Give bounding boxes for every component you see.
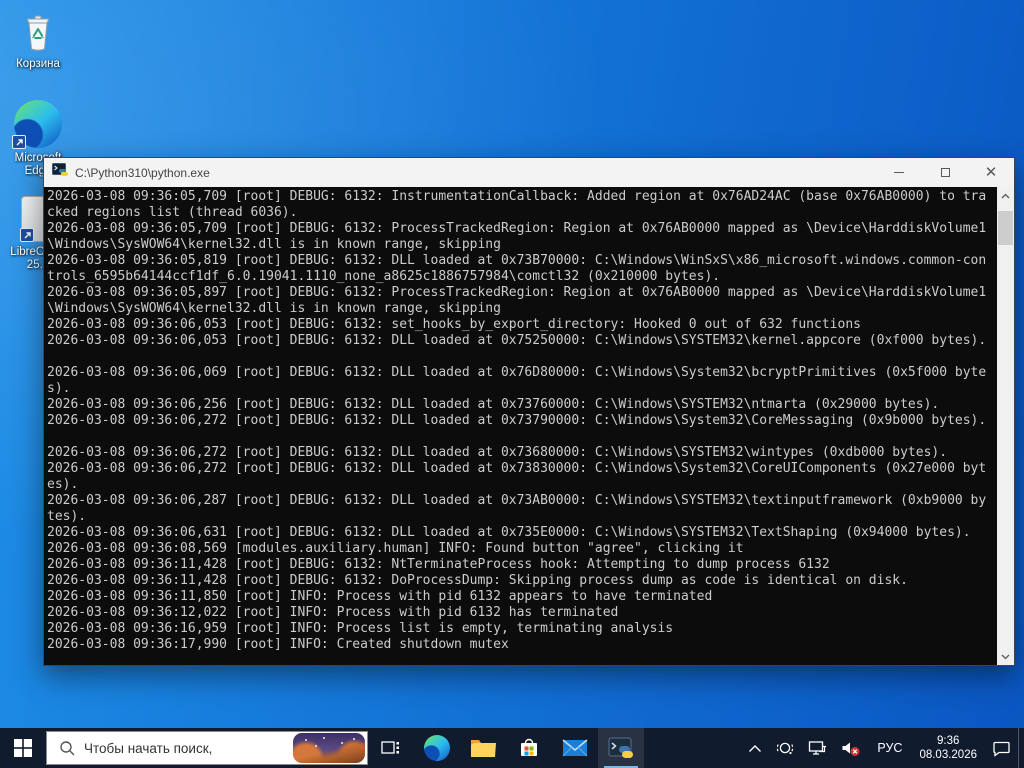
log-line: \Windows\SysWOW64\kernel32.dll is in kno… <box>47 301 501 316</box>
log-line: 2026-03-08 09:36:12,022 [root] INFO: Pro… <box>47 605 619 620</box>
log-line: 2026-03-08 09:36:11,428 [root] DEBUG: 61… <box>47 557 830 572</box>
edge-icon <box>12 100 62 149</box>
search-highlight-image[interactable] <box>293 733 365 763</box>
network-icon <box>809 741 827 755</box>
log-line: 2026-03-08 09:36:06,069 [root] DEBUG: 61… <box>47 365 987 380</box>
console-scrollbar[interactable] <box>997 187 1014 665</box>
search-input[interactable]: Чтобы начать поиск, <box>46 731 368 765</box>
log-line: tes). <box>47 509 87 524</box>
console-output: 2026-03-08 09:36:05,709 [root] DEBUG: 61… <box>47 189 995 665</box>
console-body[interactable]: 2026-03-08 09:36:05,709 [root] DEBUG: 61… <box>44 187 1014 665</box>
action-center-icon <box>993 741 1010 757</box>
taskbar: Чтобы начать поиск, РУС 9:36 08.03.2026 <box>0 728 1024 768</box>
log-line: 2026-03-08 09:36:16,959 [root] INFO: Pro… <box>47 621 674 636</box>
log-line: es). <box>47 477 79 492</box>
start-button[interactable] <box>0 728 46 768</box>
language-indicator[interactable]: РУС <box>868 741 911 755</box>
log-line: 2026-03-08 09:36:05,709 [root] DEBUG: 61… <box>47 189 987 204</box>
scroll-down-button[interactable] <box>997 648 1014 665</box>
search-placeholder: Чтобы начать поиск, <box>84 740 213 756</box>
log-line: 2026-03-08 09:36:06,256 [root] DEBUG: 61… <box>47 397 940 412</box>
task-view-button[interactable] <box>368 728 414 768</box>
close-button[interactable]: ✕ <box>968 158 1014 187</box>
windows-logo-icon <box>14 739 32 757</box>
tray-volume-button[interactable] <box>834 728 868 768</box>
volume-muted-icon <box>842 742 860 756</box>
task-view-icon <box>381 741 399 754</box>
log-line: 2026-03-08 09:36:06,272 [root] DEBUG: 61… <box>47 413 987 428</box>
log-line: cked regions list (thread 6036). <box>47 205 298 220</box>
file-explorer-icon <box>471 740 496 757</box>
console-window: C:\Python310\python.exe ✕ 2026-03-08 09:… <box>43 157 1015 666</box>
taskbar-file-explorer-button[interactable] <box>460 728 506 768</box>
log-line: 2026-03-08 09:36:05,897 [root] DEBUG: 61… <box>47 285 987 300</box>
close-icon: ✕ <box>984 163 998 181</box>
edge-icon <box>424 735 450 761</box>
taskbar-mail-button[interactable] <box>552 728 598 768</box>
chevron-up-icon <box>749 744 762 752</box>
maximize-icon <box>940 168 950 177</box>
tray-circle-button[interactable] <box>769 728 801 768</box>
tray-network-button[interactable] <box>801 728 834 768</box>
taskbar-store-button[interactable] <box>506 728 552 768</box>
action-center-button[interactable] <box>985 728 1018 768</box>
chevron-up-icon <box>1001 193 1010 198</box>
recycle-bin-icon <box>16 11 60 55</box>
window-title: C:\Python310\python.exe <box>75 165 210 180</box>
chevron-down-icon <box>1001 654 1010 659</box>
minimize-icon <box>894 172 904 173</box>
desktop: Корзина Microsoft Edge LibreOffice 25.2 <box>0 0 1024 768</box>
log-line: s). <box>47 381 71 396</box>
clock-time: 9:36 <box>937 735 960 747</box>
python-console-icon <box>608 737 633 758</box>
circle-brackets-icon <box>777 742 794 755</box>
clock-date: 08.03.2026 <box>919 749 977 761</box>
microsoft-store-icon <box>521 738 537 756</box>
log-line: 2026-03-08 09:36:06,053 [root] DEBUG: 61… <box>47 317 861 332</box>
desktop-icon-recycle-bin[interactable]: Корзина <box>0 11 76 71</box>
log-line: 2026-03-08 09:36:06,631 [root] DEBUG: 61… <box>47 525 971 540</box>
shortcut-arrow-icon <box>20 228 34 242</box>
minimize-button[interactable] <box>876 158 922 187</box>
log-line: 2026-03-08 09:36:06,053 [root] DEBUG: 61… <box>47 333 987 348</box>
log-line: trols_6595b64144ccf1df_6.0.19041.1110_no… <box>47 269 721 284</box>
tray-chevron-button[interactable] <box>741 728 769 768</box>
desktop-icon-label: Корзина <box>16 58 60 70</box>
log-line: 2026-03-08 09:36:06,287 [root] DEBUG: 61… <box>47 493 987 508</box>
log-line: 2026-03-08 09:36:06,272 [root] DEBUG: 61… <box>47 445 948 460</box>
scroll-up-button[interactable] <box>997 187 1014 204</box>
show-desktop-button[interactable] <box>1018 728 1024 768</box>
python-console-icon <box>52 162 68 183</box>
log-line: 2026-03-08 09:36:08,569 [modules.auxilia… <box>47 541 744 556</box>
log-line: 2026-03-08 09:36:05,709 [root] DEBUG: 61… <box>47 221 987 236</box>
log-line: 2026-03-08 09:36:06,272 [root] DEBUG: 61… <box>47 461 987 476</box>
search-icon <box>60 740 75 755</box>
log-line: 2026-03-08 09:36:11,428 [root] DEBUG: 61… <box>47 573 908 588</box>
log-line: \Windows\SysWOW64\kernel32.dll is in kno… <box>47 237 501 252</box>
scrollbar-thumb[interactable] <box>998 211 1013 245</box>
mail-icon <box>562 739 588 757</box>
log-line: 2026-03-08 09:36:05,819 [root] DEBUG: 61… <box>47 253 987 268</box>
maximize-button[interactable] <box>922 158 968 187</box>
shortcut-arrow-icon <box>12 135 26 149</box>
log-line: 2026-03-08 09:36:17,990 [root] INFO: Cre… <box>47 637 509 652</box>
taskbar-python-console-button[interactable] <box>598 728 644 768</box>
taskbar-edge-button[interactable] <box>414 728 460 768</box>
clock[interactable]: 9:36 08.03.2026 <box>911 734 985 762</box>
window-titlebar[interactable]: C:\Python310\python.exe ✕ <box>44 158 1014 187</box>
log-line: 2026-03-08 09:36:11,850 [root] INFO: Pro… <box>47 589 713 604</box>
